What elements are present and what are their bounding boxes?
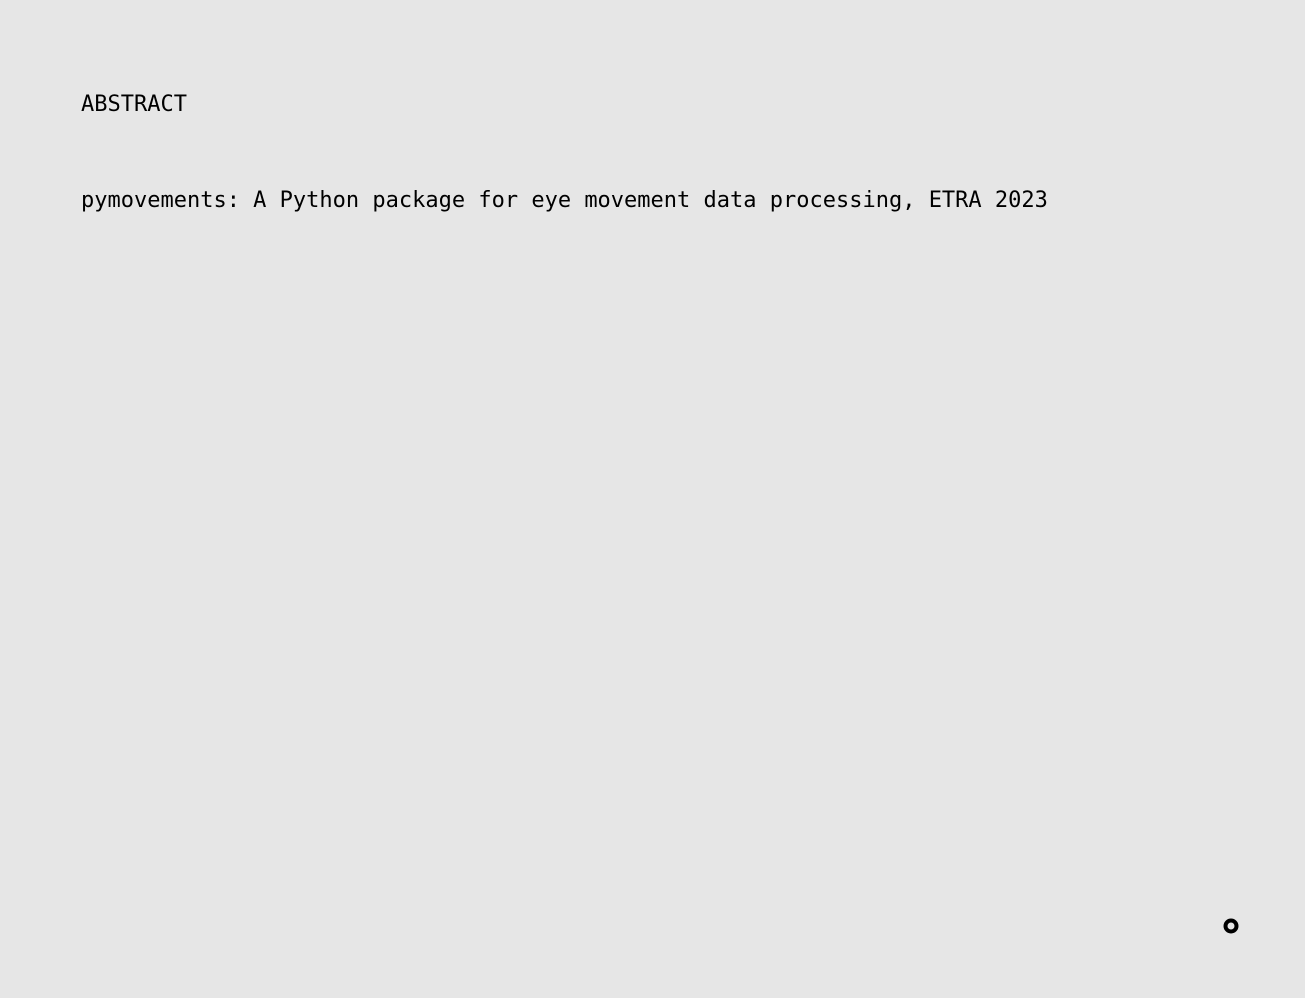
- abstract-entry-link[interactable]: pymovements: A Python package for eye mo…: [81, 186, 1048, 216]
- ring-toggle-button[interactable]: [1223, 918, 1239, 934]
- section-heading-abstract: ABSTRACT: [81, 92, 187, 117]
- ring-icon: [1223, 918, 1239, 934]
